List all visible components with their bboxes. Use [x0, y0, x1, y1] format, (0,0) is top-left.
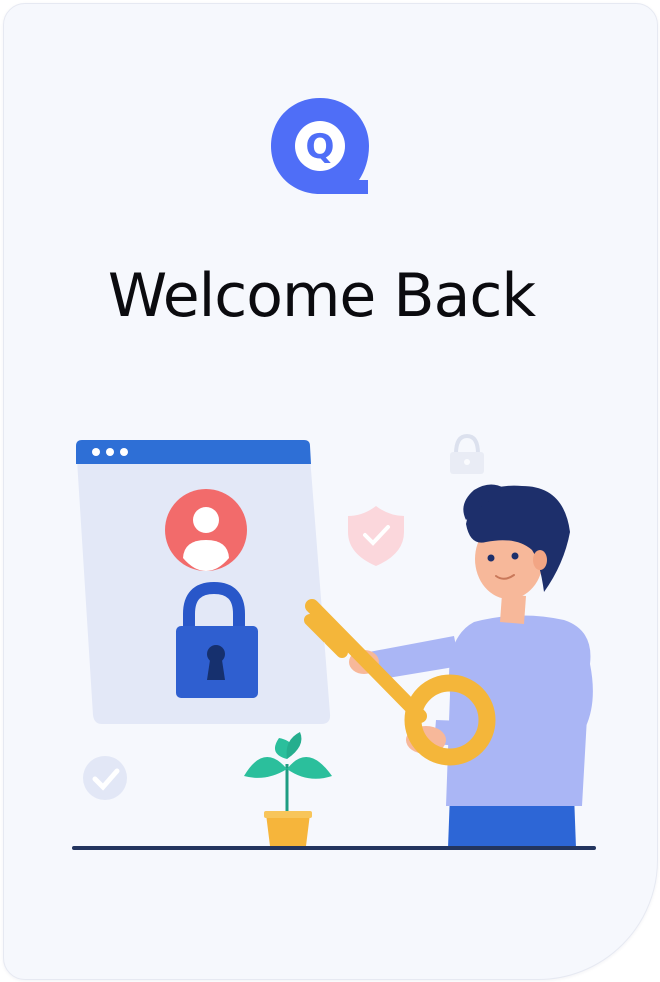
login-card: Q Welcome Back	[3, 3, 658, 980]
login-illustration	[72, 433, 596, 850]
check-circle-icon	[83, 756, 127, 800]
small-lock-icon	[450, 433, 484, 474]
potted-plant-icon	[244, 732, 332, 846]
floor-line	[72, 846, 596, 850]
page-title: Welcome Back	[107, 261, 536, 331]
shield-check-icon	[348, 506, 404, 566]
logo-letter: Q	[306, 127, 335, 167]
app-logo-icon: Q	[271, 98, 369, 194]
user-avatar-icon	[165, 489, 247, 571]
